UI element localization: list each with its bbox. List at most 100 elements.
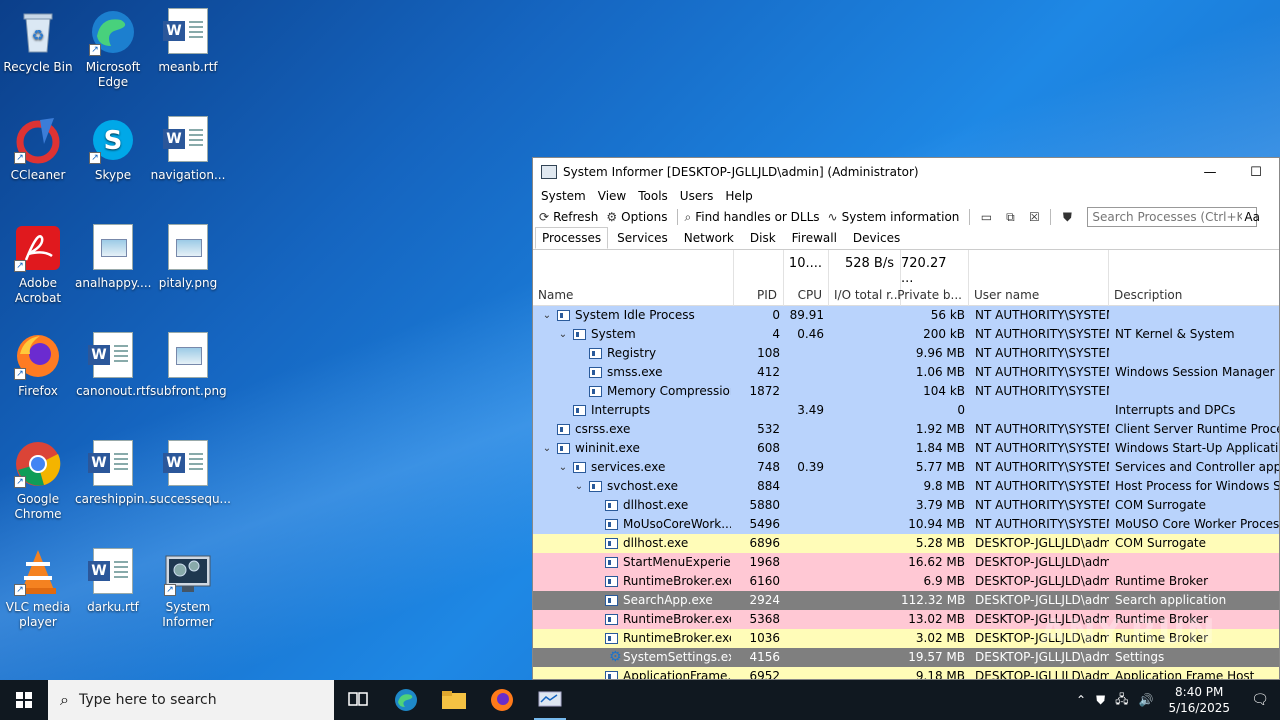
close-window-icon[interactable]: ☒	[1025, 208, 1043, 226]
process-row[interactable]: Interrupts 3.49 0 Interrupts and DPCs	[533, 401, 1279, 420]
expand-toggle-icon[interactable]: ⌄	[541, 439, 553, 458]
title-bar[interactable]: System Informer [DESKTOP-JGLLJLD\admin] …	[533, 158, 1279, 186]
chevron-up-icon[interactable]: ⌃	[1076, 693, 1086, 707]
desktop-icon[interactable]: Wmeanb.rtf	[150, 8, 226, 75]
column-cpu[interactable]: 10.... CPU	[784, 250, 829, 306]
clock[interactable]: 8:40 PM 5/16/2025	[1168, 684, 1230, 716]
window-icon[interactable]: ▭	[977, 208, 995, 226]
word-document-icon: W	[163, 440, 212, 488]
desktop-icon[interactable]: ↗ Google Chrome	[0, 440, 76, 522]
network-icon[interactable]: 🖧	[1115, 690, 1128, 711]
process-row[interactable]: SearchApp.exe 2924 112.32 MB DESKTOP-JGLLJL…	[533, 591, 1279, 610]
process-pid: 4156	[749, 650, 780, 664]
menu-system[interactable]: System	[537, 189, 594, 203]
desktop-icon-label: Google Chrome	[14, 492, 62, 521]
desktop-icon[interactable]: ↗ Microsoft Edge	[75, 8, 151, 90]
process-description: Interrupts and DPCs	[1115, 403, 1236, 417]
taskbar-edge[interactable]	[382, 680, 430, 720]
tab-disk[interactable]: Disk	[743, 227, 783, 249]
process-user: DESKTOP-JGLLJLD\admi	[975, 555, 1109, 569]
find-handles-button[interactable]: ⌕ Find handles or DLLs	[682, 210, 825, 225]
column-name[interactable]: Name	[533, 250, 734, 306]
process-row[interactable]: dllhost.exe 6896 5.28 MB DESKTOP-JGLLJLD\ad…	[533, 534, 1279, 553]
process-row[interactable]: ⌄ services.exe 748 0.39 5.77 MB NT AUTHORITY\…	[533, 458, 1279, 477]
expand-toggle-icon[interactable]: ⌄	[541, 306, 553, 325]
process-row[interactable]: ⌄ wininit.exe 608 1.84 MB NT AUTHORITY\SYSTE…	[533, 439, 1279, 458]
search-input[interactable]	[1092, 210, 1243, 224]
process-row[interactable]: csrss.exe 532 1.92 MB NT AUTHORITY\SYSTEM Cl…	[533, 420, 1279, 439]
menu-tools[interactable]: Tools	[634, 189, 676, 203]
desktop-icon[interactable]: ↗ CCleaner	[0, 116, 76, 183]
tab-processes[interactable]: Processes	[535, 227, 609, 249]
column-io[interactable]: 528 B/s I/O total r...	[829, 250, 901, 306]
notification-icon[interactable]: 🗨	[1240, 680, 1280, 720]
column-description[interactable]: Description	[1109, 250, 1279, 306]
taskbar-search[interactable]: ⌕ Type here to search	[48, 680, 334, 720]
process-row[interactable]: StartMenuExperie... 1968 16.62 MB DESKTOP-J…	[533, 553, 1279, 572]
minimize-button[interactable]: —	[1187, 158, 1233, 186]
task-view-button[interactable]	[334, 680, 382, 720]
desktop-icon-label: CCleaner	[10, 168, 66, 182]
desktop-icon[interactable]: Wcareshippin...	[75, 440, 156, 507]
options-button[interactable]: ⚙ Options	[604, 210, 673, 224]
process-name: csrss.exe	[575, 422, 631, 436]
find-window-icon[interactable]: ⧉	[1001, 208, 1019, 226]
desktop-icon[interactable]: Wcanonout.rtf	[75, 332, 151, 399]
maximize-button[interactable]: ☐	[1233, 158, 1279, 186]
tab-firewall[interactable]: Firewall	[785, 227, 844, 249]
case-toggle[interactable]: Aa	[1244, 210, 1260, 224]
process-row[interactable]: smss.exe 412 1.06 MB NT AUTHORITY\SYSTEM Win…	[533, 363, 1279, 382]
defender-icon[interactable]: ⛊	[1096, 693, 1105, 708]
process-row[interactable]: ApplicationFrame... 6952 9.18 MB DESKTOP-JG…	[533, 667, 1279, 679]
process-row[interactable]: ⌄ System 4 0.46 200 kB NT AUTHORITY\SYSTEM NT …	[533, 325, 1279, 344]
column-pid[interactable]: PID	[734, 250, 784, 306]
menu-users[interactable]: Users	[676, 189, 722, 203]
search-processes[interactable]: Aa	[1087, 207, 1260, 227]
process-name: StartMenuExperie...	[623, 555, 731, 569]
process-pid: 748	[757, 460, 780, 474]
menu-help[interactable]: Help	[721, 189, 760, 203]
desktop-icon[interactable]: ↗ Firefox	[0, 332, 76, 399]
desktop-icon[interactable]: pitaly.png	[150, 224, 226, 291]
process-row[interactable]: Memory Compression 1872 104 kB NT AUTHORITY…	[533, 382, 1279, 401]
desktop-icon[interactable]: ↗ System Informer	[150, 548, 226, 630]
column-user-label: User name	[974, 288, 1040, 302]
desktop-icon[interactable]: Wdarku.rtf	[75, 548, 151, 615]
shield-icon[interactable]: ⛊	[1058, 208, 1076, 226]
tab-network[interactable]: Network	[677, 227, 741, 249]
process-row[interactable]: MoUsoCoreWork... 5496 10.94 MB NT AUTHORITY…	[533, 515, 1279, 534]
process-pid: 1968	[749, 555, 780, 569]
expand-toggle-icon[interactable]: ⌄	[557, 458, 569, 477]
expand-toggle-icon[interactable]: ⌄	[573, 477, 585, 496]
start-button[interactable]	[0, 680, 48, 720]
taskbar-search-placeholder: Type here to search	[78, 692, 217, 708]
desktop-icon[interactable]: ♻ Recycle Bin	[0, 8, 76, 75]
process-pid	[734, 401, 780, 420]
process-row[interactable]: Registry 108 9.96 MB NT AUTHORITY\SYSTEM	[533, 344, 1279, 363]
taskbar-file-explorer[interactable]	[430, 680, 478, 720]
refresh-button[interactable]: ⟳ Refresh	[537, 210, 604, 224]
desktop-icon[interactable]: Wnavigation...	[150, 116, 226, 183]
desktop-icon[interactable]: Wsuccessequ...	[150, 440, 231, 507]
process-row[interactable]: dllhost.exe 5880 3.79 MB NT AUTHORITY\SYSTE…	[533, 496, 1279, 515]
tab-devices[interactable]: Devices	[846, 227, 907, 249]
desktop-icon[interactable]: ↗ VLC media player	[0, 548, 76, 630]
desktop-icon[interactable]: subfront.png	[150, 332, 227, 399]
tab-services[interactable]: Services	[610, 227, 675, 249]
column-private[interactable]: 720.27 ... Private b...	[897, 250, 969, 306]
desktop-icon[interactable]: ↗ Adobe Acrobat	[0, 224, 76, 306]
system-information-button[interactable]: ∿ System information	[826, 210, 966, 224]
taskbar-firefox[interactable]	[478, 680, 526, 720]
process-row[interactable]: ⌄ svchost.exe 884 9.8 MB NT AUTHORITY\SYSTEM…	[533, 477, 1279, 496]
expand-toggle-icon[interactable]: ⌄	[557, 325, 569, 344]
menu-view[interactable]: View	[594, 189, 634, 203]
column-user[interactable]: User name	[969, 250, 1109, 306]
desktop-icon[interactable]: S ↗ Skype	[75, 116, 151, 183]
taskbar-system-informer[interactable]	[526, 680, 574, 720]
process-row[interactable]: RuntimeBroker.exe 6160 6.9 MB DESKTOP-JGLLJ…	[533, 572, 1279, 591]
process-row[interactable]: ⌄ System Idle Process 0 89.91 56 kB NT AUTHOR…	[533, 306, 1279, 325]
speaker-icon[interactable]: 🔊	[1139, 693, 1154, 707]
desktop-icon[interactable]: analhappy....	[75, 224, 152, 291]
process-name: smss.exe	[607, 365, 663, 379]
system-informer-window[interactable]: System Informer [DESKTOP-JGLLJLD\admin] …	[532, 157, 1280, 680]
